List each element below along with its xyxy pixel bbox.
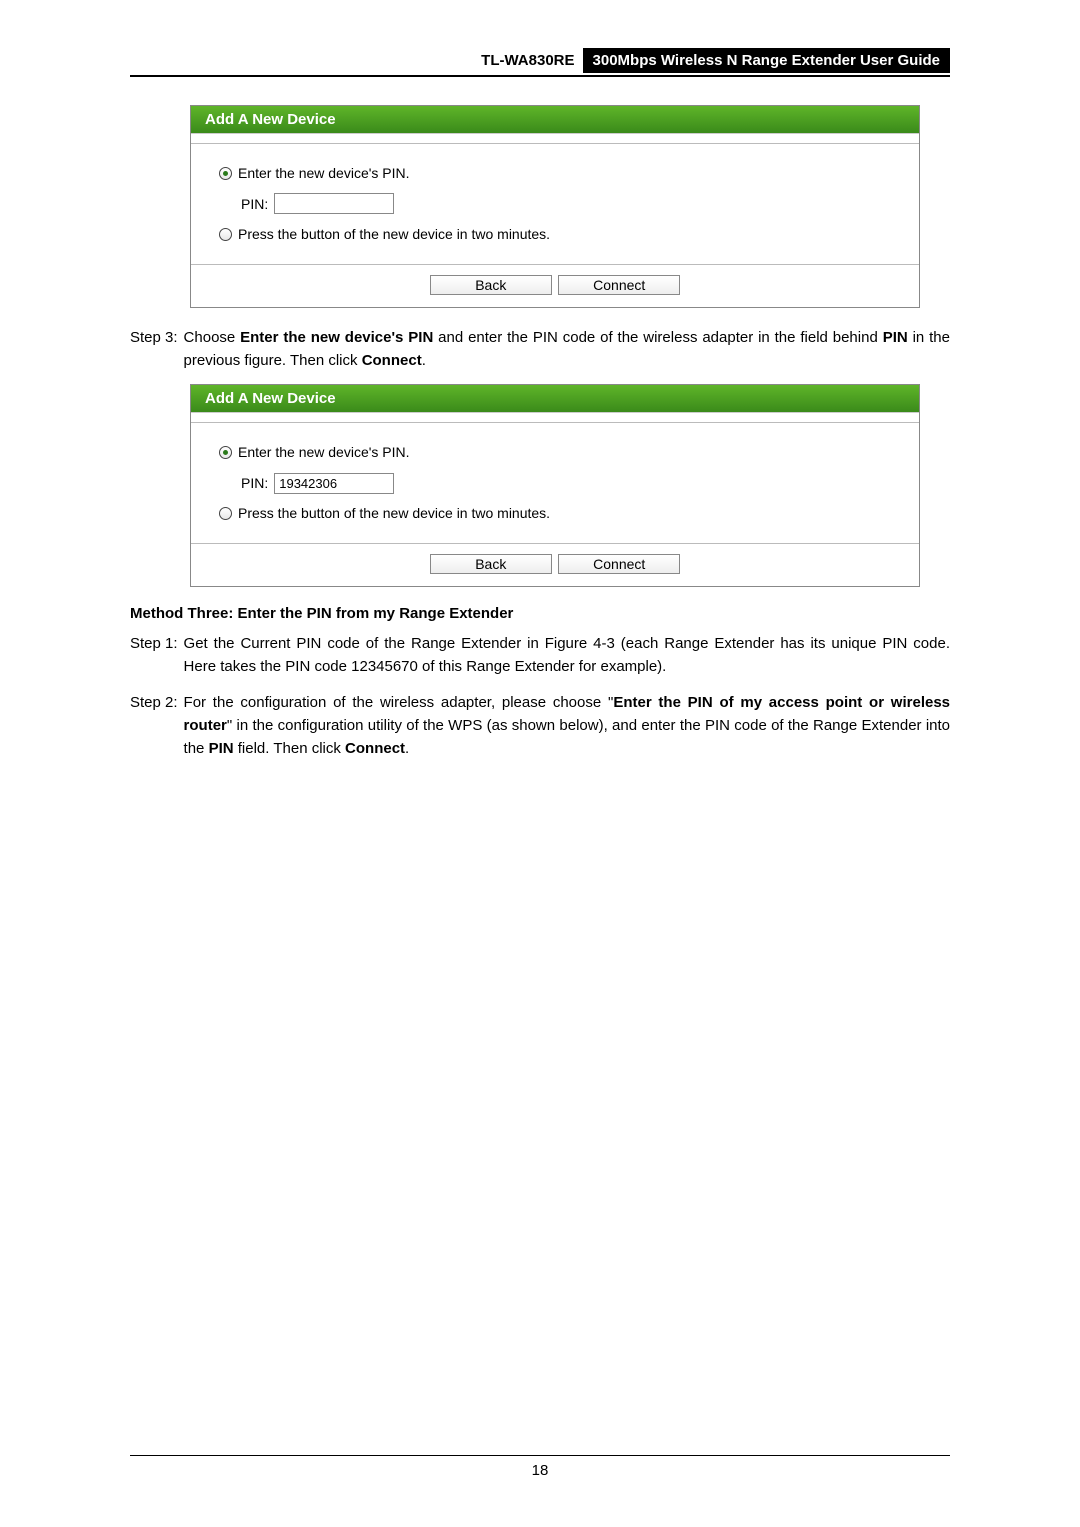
step-label: Step 3: xyxy=(130,326,178,373)
radio-enter-pin-label: Enter the new device's PIN. xyxy=(238,160,410,187)
radio-enter-pin[interactable] xyxy=(219,167,232,180)
model-label: TL-WA830RE xyxy=(473,48,582,73)
step-text: Choose Enter the new device's PIN and en… xyxy=(184,326,950,373)
add-device-panel-1: Add A New Device Enter the new device's … xyxy=(190,105,920,308)
radio-press-button[interactable] xyxy=(219,507,232,520)
panel-sep xyxy=(191,134,919,144)
guide-title: 300Mbps Wireless N Range Extender User G… xyxy=(583,48,950,73)
panel-sep xyxy=(191,413,919,423)
step-text: Get the Current PIN code of the Range Ex… xyxy=(184,632,950,679)
add-device-panel-2: Add A New Device Enter the new device's … xyxy=(190,384,920,587)
pin-label: PIN: xyxy=(241,470,268,497)
pin-input[interactable] xyxy=(274,193,394,214)
method-three-title: Method Three: Enter the PIN from my Rang… xyxy=(130,605,950,622)
radio-press-button[interactable] xyxy=(219,228,232,241)
step-label: Step 1: xyxy=(130,632,178,679)
connect-button[interactable]: Connect xyxy=(558,275,680,295)
page-header: TL-WA830RE 300Mbps Wireless N Range Exte… xyxy=(130,48,950,77)
pin-label: PIN: xyxy=(241,191,268,218)
radio-enter-pin[interactable] xyxy=(219,446,232,459)
back-button[interactable]: Back xyxy=(430,554,552,574)
panel-title: Add A New Device xyxy=(191,106,919,134)
radio-press-button-label: Press the button of the new device in tw… xyxy=(238,221,550,248)
step-label: Step 2: xyxy=(130,691,178,761)
radio-enter-pin-label: Enter the new device's PIN. xyxy=(238,439,410,466)
method-step-1: Step 1: Get the Current PIN code of the … xyxy=(130,632,950,679)
radio-press-button-label: Press the button of the new device in tw… xyxy=(238,500,550,527)
pin-input[interactable] xyxy=(274,473,394,494)
connect-button[interactable]: Connect xyxy=(558,554,680,574)
back-button[interactable]: Back xyxy=(430,275,552,295)
method-step-2: Step 2: For the configuration of the wir… xyxy=(130,691,950,761)
panel-title: Add A New Device xyxy=(191,385,919,413)
step-text: For the configuration of the wireless ad… xyxy=(184,691,950,761)
page-number: 18 xyxy=(130,1455,950,1479)
step-3: Step 3: Choose Enter the new device's PI… xyxy=(130,326,950,373)
